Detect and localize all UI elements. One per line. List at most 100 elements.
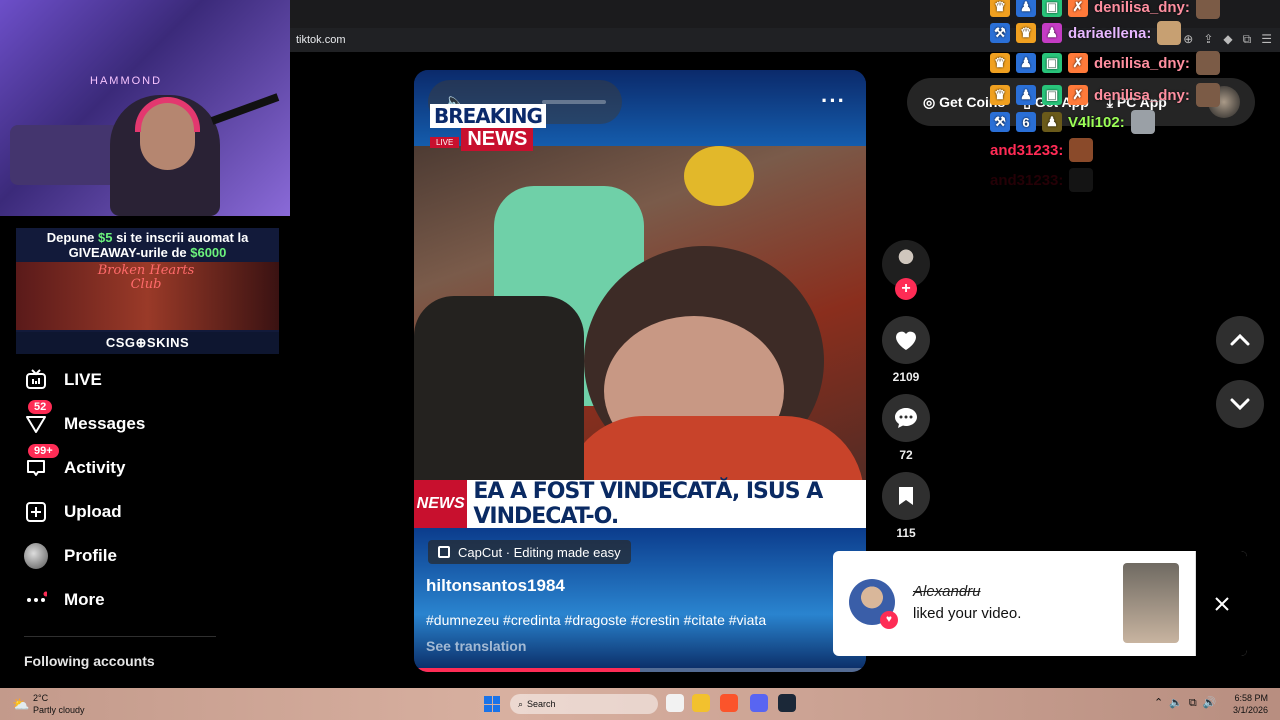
badge-icon: ♟ [1042,112,1062,132]
chat-emote [1130,110,1155,134]
chat-message: ♛ ♟ ▣ ✗ denilisa_dny: [990,82,1220,108]
notification-username: Alexandru [913,583,981,600]
sidebar-item-upload[interactable]: Upload [24,494,122,530]
task-view-icon[interactable] [666,694,684,712]
sidebar-item-activity[interactable]: 99+ Activity [24,444,126,486]
chat-message: ⚒ ♛ ♟ dariaellena: [990,20,1182,46]
crown-icon: ♛ [990,53,1010,73]
messages-badge: 52 [28,400,53,414]
sidebar-item-more[interactable]: More [24,582,105,618]
chat-username: and31233: [990,171,1064,189]
taskbar-date: 3/1/2026 [1232,705,1268,715]
sponsor-ad: Depune $5 si te inscrii auomat la GIVEAW… [16,228,279,354]
taskbar-clock[interactable]: 6:58 PM 3/1/2026 [1233,692,1268,716]
see-translation-link[interactable]: See translation [426,638,526,654]
activity-icon: 99+ [24,444,59,480]
steam-icon[interactable] [778,694,796,712]
sidebar-item-label: More [64,590,105,609]
badge-icon: ♟ [1042,23,1062,43]
search-icon: ⌕ [518,698,524,709]
tv-icon [24,368,48,392]
notification-video-thumbnail[interactable] [1123,563,1179,643]
taskbar-search-label: Search [527,699,556,709]
streak-icon: ✗ [1068,0,1088,17]
comment-icon[interactable] [882,394,930,442]
previous-video-button[interactable] [1216,316,1264,364]
brave-browser-icon[interactable] [720,694,738,712]
chat-emote [1195,0,1220,19]
badge-icon: ♟ [1016,53,1036,73]
capcut-link[interactable]: CapCut · Editing made easy [428,540,631,564]
discord-icon[interactable] [750,694,768,712]
chat-message: ♛ ♟ ▣ ✗ denilisa_dny: [990,50,1220,76]
gift-icon: ▣ [1042,53,1062,73]
heart-icon[interactable] [882,316,930,364]
breaking-label: BREAKING [430,104,546,128]
taskbar: ⛅ 2°C Partly cloudy ⌕ Search ⌃🔈⧉🔊 6:58 P… [0,688,1280,720]
sidebar-item-label: Activity [64,458,126,477]
bookmark-icon[interactable] [882,472,930,520]
taskbar-search[interactable]: ⌕ Search [510,694,658,714]
sidebar-item-messages[interactable]: 52 Messages [24,400,145,442]
gift-icon: ▣ [1042,0,1062,17]
chat-emote [1157,21,1182,45]
video-more-options[interactable]: ··· [821,88,846,114]
weather-icon[interactable]: ⛅ [12,696,29,713]
stream-chat-overlay: ♛ ♟ ▣ ✗ denilisa_dny: ⚒ ♛ ♟ dariaellena:… [990,0,1280,200]
save-action[interactable]: 115 [882,472,930,540]
chat-username: denilisa_dny: [1094,54,1190,72]
like-action[interactable]: 2109 [882,316,930,384]
ad-brand: CSG⊕SKINS [16,332,279,354]
chat-emote [1195,83,1220,107]
ad-club-text: Broken Hearts Club [97,263,195,292]
sidebar-item-label: LIVE [64,370,102,389]
start-button[interactable] [484,696,500,712]
volume-slider[interactable] [542,100,606,104]
webcam-mic [210,93,280,125]
ad-line-1: Depune $5 si te inscrii auomat la [46,230,249,245]
capcut-icon [438,546,450,558]
video-hashtags[interactable]: #dumnezeu #credinta #dragoste #crestin #… [426,612,866,628]
next-video-button[interactable] [1216,380,1264,428]
more-icon [24,588,48,612]
sidebar-item-profile[interactable]: Profile [24,538,117,574]
badge-icon: ♟ [1016,85,1036,105]
chat-username: and31233: [990,141,1064,159]
upload-icon [24,500,48,524]
video-player[interactable]: 🔈 BREAKING LIVE NEWS ··· NEWS EA A FOST V… [414,70,866,672]
news-ticker: NEWS EA A FOST VINDECATĂ, ISUS A VINDECA… [414,479,866,529]
ad-line-2: GIVEAWAY-urile de $6000 [68,245,227,260]
sidebar-divider [24,636,216,637]
news-tag: NEWS [461,128,534,151]
crown-icon: ♛ [990,0,1010,17]
chevron-down-icon [1230,398,1250,410]
file-explorer-icon[interactable] [692,694,710,712]
inbox-icon: 52 [24,400,53,436]
save-count: 115 [896,526,916,540]
capcut-label: CapCut · Editing made easy [458,544,621,560]
live-tag: LIVE [430,137,460,148]
follow-button[interactable]: + [895,278,917,300]
sidebar-item-live[interactable]: LIVE [24,362,102,398]
notification-close-button[interactable] [1196,551,1247,656]
webcam-neon-sign: HAMMOND [90,75,163,87]
chat-username: V4li102: [1068,113,1125,131]
chat-emote [1069,138,1094,162]
activity-badge: 99+ [28,444,59,458]
notification-text: liked your video. [913,605,1022,622]
chat-message: and31233: [990,137,1094,163]
ticker-tag: NEWS [414,480,468,528]
hammer-icon: ⚒ [990,23,1010,43]
following-accounts-title: Following accounts [24,653,155,669]
chat-emote [1069,168,1094,192]
video-progress-bar[interactable] [414,668,866,672]
chat-message: and31233: [990,167,1094,193]
system-tray[interactable]: ⌃🔈⧉🔊 [1154,696,1222,710]
comment-action[interactable]: 72 [882,394,930,462]
like-notification[interactable]: ♥ Alexandru liked your video. [833,551,1247,656]
badge-icon: ♟ [1016,0,1036,17]
video-author[interactable]: hiltonsantos1984 [426,576,565,596]
url-text[interactable]: tiktok.com [296,34,346,46]
streak-icon: ✗ [1068,53,1088,73]
weather-temperature: 2°C [33,693,49,703]
